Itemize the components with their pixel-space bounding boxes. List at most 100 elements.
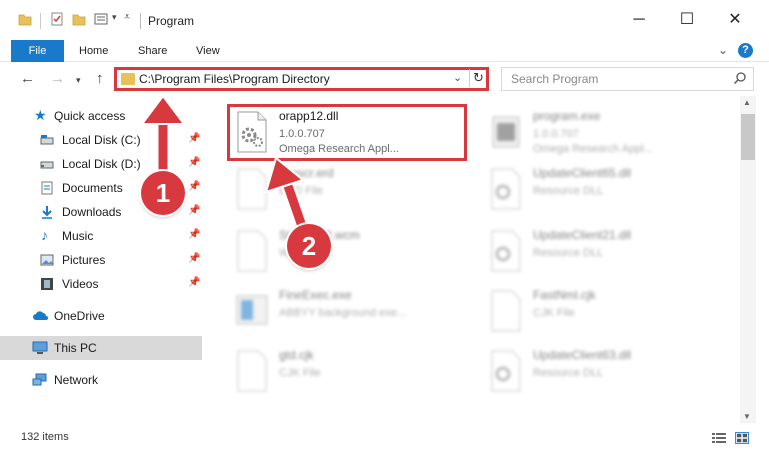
- sidebar-item-label: Downloads: [62, 205, 122, 219]
- scroll-down-arrow-icon[interactable]: ▼: [743, 412, 751, 421]
- blank-file-icon: [491, 290, 521, 332]
- address-bar[interactable]: C:\Program Files\Program Directory ⌄ ↻: [114, 67, 489, 91]
- folder-icon: [121, 73, 135, 85]
- file-description: Omega Research Appl...: [533, 143, 653, 155]
- computer-icon: [32, 341, 48, 354]
- help-icon[interactable]: ?: [738, 43, 753, 58]
- videos-icon: [41, 278, 53, 290]
- star-icon: ★: [34, 107, 47, 123]
- file-item[interactable]: UpdateClient21.dll Resource DLL: [483, 224, 723, 280]
- pin-icon[interactable]: 📌: [188, 181, 200, 192]
- close-button[interactable]: ✕: [720, 10, 750, 32]
- file-version: 1.0.0.707: [533, 128, 579, 140]
- up-arrow-icon[interactable]: ↑: [96, 70, 104, 87]
- properties-icon[interactable]: [50, 12, 64, 26]
- sidebar-item-label: Network: [54, 373, 99, 387]
- pin-icon[interactable]: 📌: [188, 157, 200, 168]
- status-bar: 132 items: [0, 423, 769, 465]
- sidebar-item-label: OneDrive: [54, 309, 105, 323]
- music-icon: ♪: [41, 227, 48, 243]
- app-icon: [236, 295, 268, 325]
- sidebar-item-pictures[interactable]: Pictures 📌: [0, 248, 202, 272]
- tab-view[interactable]: View: [196, 40, 220, 62]
- tab-file[interactable]: File: [11, 40, 64, 62]
- vertical-scrollbar[interactable]: ▲ ▼: [740, 96, 756, 423]
- drive-icon: [40, 161, 54, 169]
- file-name: FineExec.exe: [279, 288, 352, 302]
- address-path[interactable]: C:\Program Files\Program Directory: [139, 72, 330, 86]
- navigation-pane: ★ Quick access Local Disk (C:) 📌 Local D…: [0, 96, 205, 423]
- file-item[interactable]: FastNml.cjk CJK File: [483, 284, 723, 340]
- maximize-button[interactable]: ☐: [672, 10, 702, 32]
- details-view-icon[interactable]: [712, 432, 726, 444]
- file-type: CJK File: [279, 367, 321, 379]
- sidebar-item-label: Videos: [62, 277, 99, 291]
- sidebar-item-this-pc[interactable]: This PC: [0, 336, 202, 360]
- pin-icon[interactable]: 📌: [188, 277, 200, 288]
- step-2-callout: 2: [287, 224, 331, 268]
- step-1-callout: 1: [141, 171, 185, 215]
- file-item[interactable]: Std10P12.wcm WCM File: [229, 224, 469, 280]
- recent-locations-chevron-icon[interactable]: ▾: [76, 75, 81, 86]
- pin-icon[interactable]: 📌: [188, 133, 200, 144]
- pin-icon[interactable]: 📌: [188, 253, 200, 264]
- pin-icon[interactable]: 📌: [188, 205, 200, 216]
- app-icon: [492, 116, 520, 148]
- navigation-bar: ← → ▾ ↑ C:\Program Files\Program Directo…: [0, 62, 769, 96]
- highlight-frame: [227, 104, 467, 161]
- gear-file-icon: [491, 230, 521, 272]
- file-item[interactable]: program.exe 1.0.0.707 Omega Research App…: [483, 105, 723, 161]
- customize-qat-icon[interactable]: ⩡: [124, 11, 130, 24]
- title-divider: [140, 13, 141, 29]
- pin-icon[interactable]: 📌: [188, 229, 200, 240]
- sidebar-item-onedrive[interactable]: OneDrive: [0, 304, 202, 328]
- tab-share[interactable]: Share: [138, 40, 167, 62]
- folder-icon[interactable]: [18, 12, 32, 26]
- file-item[interactable]: Prescr.erd ERD File: [229, 162, 469, 218]
- sidebar-item-local-disk-c[interactable]: Local Disk (C:) 📌: [0, 128, 202, 152]
- sidebar-item-network[interactable]: Network: [0, 368, 202, 392]
- refresh-icon[interactable]: ↻: [469, 69, 487, 87]
- rename-icon[interactable]: [94, 12, 110, 26]
- search-icon[interactable]: [733, 71, 747, 85]
- item-count: 132 items: [21, 431, 69, 443]
- new-folder-icon[interactable]: [72, 12, 86, 26]
- documents-icon: [41, 181, 53, 195]
- sidebar-item-videos[interactable]: Videos 📌: [0, 272, 202, 296]
- address-dropdown-chevron-icon[interactable]: ⌄: [453, 71, 462, 84]
- file-name: program.exe: [533, 109, 601, 123]
- minimize-button[interactable]: ─: [624, 10, 654, 32]
- divider: [40, 13, 41, 29]
- scroll-thumb[interactable]: [741, 114, 755, 160]
- file-item[interactable]: gtd.cjk CJK File: [229, 344, 469, 400]
- sidebar-item-quick-access[interactable]: ★ Quick access: [0, 104, 202, 128]
- sidebar-item-label: Documents: [62, 181, 123, 195]
- chevron-down-icon[interactable]: ▾: [112, 12, 117, 23]
- file-name: UpdateClient65.dll: [533, 166, 632, 180]
- sidebar-item-label: This PC: [54, 341, 97, 355]
- search-box[interactable]: Search Program: [501, 67, 754, 91]
- gear-file-icon: [491, 168, 521, 210]
- sidebar-item-music[interactable]: ♪ Music 📌: [0, 224, 202, 248]
- blank-file-icon: [237, 230, 267, 272]
- title-bar: ▾ ⩡ Program ─ ☐ ✕: [0, 0, 769, 40]
- scroll-up-arrow-icon[interactable]: ▲: [743, 98, 751, 107]
- window-title: Program: [148, 14, 195, 28]
- network-icon: [32, 373, 47, 386]
- drive-icon: [40, 135, 54, 145]
- chevron-down-icon[interactable]: ⌄: [718, 43, 728, 57]
- ribbon-tabs: File Home Share View ⌄ ?: [0, 40, 769, 62]
- search-input[interactable]: Search Program: [511, 72, 598, 86]
- file-item[interactable]: FineExec.exe ABBYY background exe...: [229, 284, 469, 340]
- sidebar-item-label: Local Disk (D:): [62, 157, 141, 171]
- forward-arrow-icon[interactable]: →: [50, 70, 65, 87]
- tab-home[interactable]: Home: [79, 40, 108, 62]
- download-icon: [42, 206, 52, 219]
- file-item[interactable]: UpdateClient65.dll Resource DLL: [483, 162, 723, 218]
- file-type: ERD File: [279, 185, 324, 197]
- file-name: gtd.cjk: [279, 348, 314, 362]
- tiles-view-icon[interactable]: [735, 432, 749, 444]
- file-name: Prescr.erd: [279, 166, 334, 180]
- back-arrow-icon[interactable]: ←: [20, 70, 35, 87]
- file-item[interactable]: UpdateClient63.dll Resource DLL: [483, 344, 723, 400]
